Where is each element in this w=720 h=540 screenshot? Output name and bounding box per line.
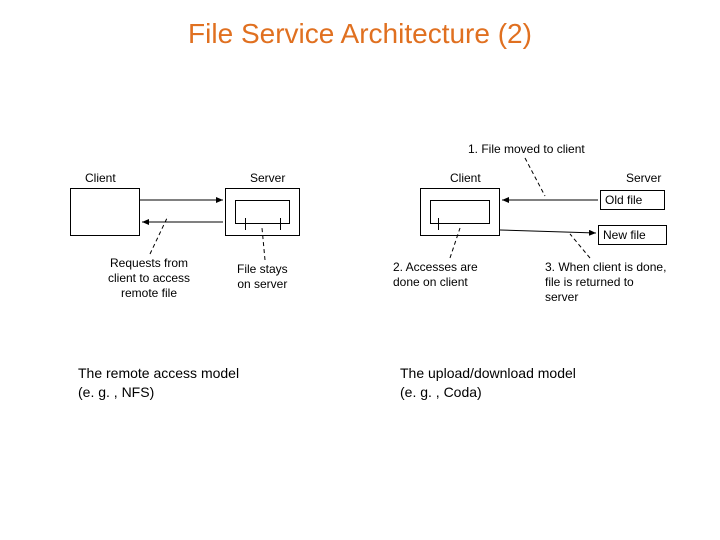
right-step2: 2. Accesses are done on client [393, 260, 478, 290]
caption-right: The upload/download model (e. g. , Coda) [400, 364, 576, 402]
caption-left: The remote access model (e. g. , NFS) [78, 364, 239, 402]
left-client-label: Client [85, 171, 116, 186]
right-server-label: Server [626, 171, 661, 186]
right-oldfile-label: Old file [605, 193, 642, 208]
right-step1: 1. File moved to client [468, 142, 585, 157]
right-newfile-label: New file [603, 228, 646, 243]
right-step3: 3. When client is done, file is returned… [545, 260, 666, 305]
right-client-label: Client [450, 171, 481, 186]
left-file-box [235, 200, 290, 224]
left-file-tick [245, 218, 246, 230]
left-client-box [70, 188, 140, 236]
right-client-file-box [430, 200, 490, 224]
left-file-tick-2 [280, 218, 281, 230]
left-note-requests: Requests from client to access remote fi… [108, 256, 190, 301]
slide-title: File Service Architecture (2) [0, 18, 720, 50]
right-client-file-tick [438, 218, 439, 230]
left-note-filestays: File stays on server [237, 262, 288, 292]
left-server-label: Server [250, 171, 285, 186]
